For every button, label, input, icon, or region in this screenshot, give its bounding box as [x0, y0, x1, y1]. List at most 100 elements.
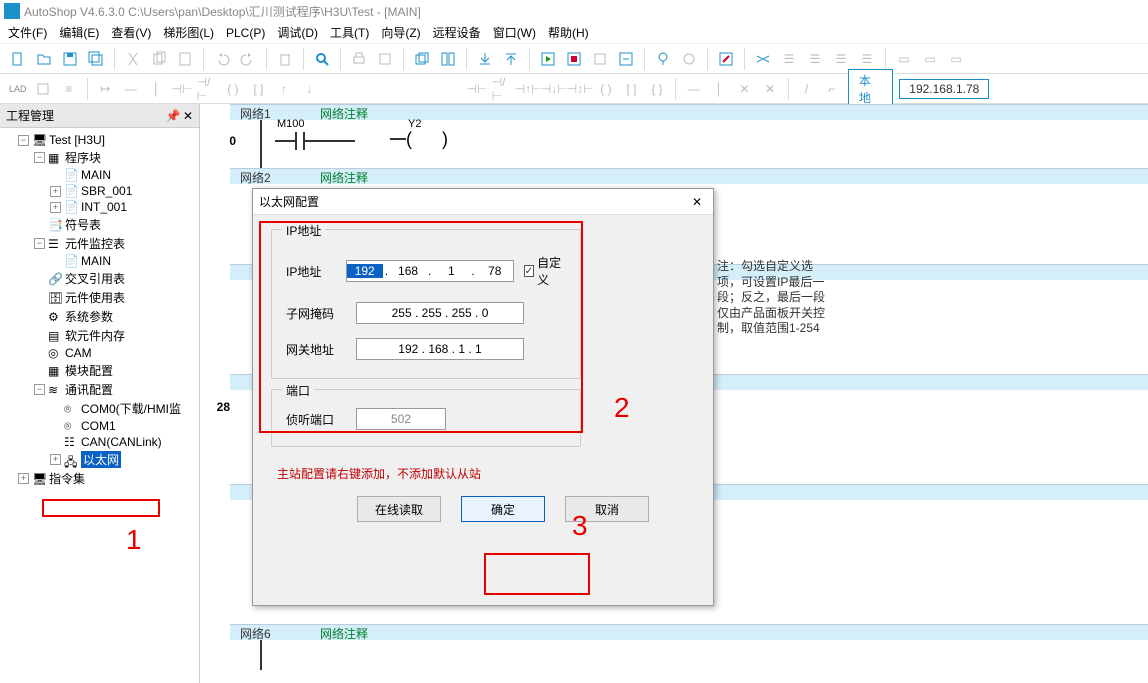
tree-com0[interactable]: ⌾COM0(下载/HMI监 — [50, 399, 197, 418]
custom-checkbox[interactable]: ✓ 自定义 — [524, 254, 566, 288]
ip-octet-3[interactable]: 1 — [433, 264, 469, 278]
monitor-icon[interactable] — [651, 47, 675, 71]
contact-m100[interactable]: M100 — [275, 132, 355, 150]
new-file-icon[interactable] — [6, 47, 30, 71]
tool-e-icon[interactable]: ▭ — [892, 47, 916, 71]
coil-icon[interactable]: ( ) — [221, 77, 245, 101]
sym-c-icon[interactable]: ⊣↑⊢ — [516, 77, 540, 101]
tool-b-icon[interactable]: ☰ — [803, 47, 827, 71]
coil-y2[interactable]: Y2 () — [390, 132, 448, 146]
pin-icon[interactable]: 📌 — [166, 109, 176, 119]
edit-mode-icon[interactable] — [714, 47, 738, 71]
menu-window[interactable]: 窗口(W) — [493, 24, 536, 41]
close-icon[interactable]: ✕ — [687, 192, 707, 212]
sym-a-icon[interactable]: ⊣⊢ — [465, 77, 489, 101]
hline-icon[interactable]: — — [119, 77, 143, 101]
dialog-titlebar[interactable]: 以太网配置 ✕ — [253, 189, 713, 215]
line-h-icon[interactable]: — — [682, 77, 706, 101]
sym-h-icon[interactable]: { } — [645, 77, 669, 101]
not-icon[interactable]: ⌐ — [820, 77, 844, 101]
tree-softmem[interactable]: ▤软元件内存 — [34, 326, 197, 345]
force-icon[interactable] — [677, 47, 701, 71]
tool-a-icon[interactable]: ☰ — [777, 47, 801, 71]
run-icon[interactable] — [536, 47, 560, 71]
menu-ladder[interactable]: 梯形图(L) — [163, 24, 214, 41]
save-icon[interactable] — [58, 47, 82, 71]
window-tile-icon[interactable] — [436, 47, 460, 71]
tree-comm-config[interactable]: −≋通讯配置 — [34, 380, 197, 399]
settings-icon[interactable] — [751, 47, 775, 71]
compile-icon[interactable] — [614, 47, 638, 71]
cancel-button[interactable]: 取消 — [565, 496, 649, 522]
ip-input[interactable]: 192. 168. 1. 78 — [346, 260, 514, 282]
tree-params[interactable]: ⚙系统参数 — [34, 307, 197, 326]
tree-int[interactable]: +📄INT_001 — [50, 199, 197, 215]
connection-mode[interactable]: 本地 — [848, 69, 894, 109]
rung6-header[interactable]: 网络6 网络注释 — [230, 624, 1148, 640]
save-all-icon[interactable] — [84, 47, 108, 71]
rung1-header[interactable]: 网络1 网络注释 — [230, 104, 1148, 120]
tree-cam[interactable]: ◎CAM — [34, 345, 197, 361]
print-icon[interactable] — [347, 47, 371, 71]
undo-icon[interactable] — [210, 47, 234, 71]
contact-icon[interactable]: ⊣⊢ — [170, 77, 194, 101]
menu-wizard[interactable]: 向导(Z) — [381, 24, 420, 41]
rise-icon[interactable]: ↑ — [272, 77, 296, 101]
ip-octet-2[interactable]: 168 — [390, 264, 426, 278]
tree-root[interactable]: −🖥Test [H3U] — [18, 132, 197, 148]
copy-icon[interactable] — [147, 47, 171, 71]
il-icon[interactable]: ≡ — [57, 77, 81, 101]
tree-symbol-table[interactable]: 📑符号表 — [34, 215, 197, 234]
rung6-body[interactable] — [260, 640, 1138, 670]
menu-view[interactable]: 查看(V) — [111, 24, 151, 41]
tree-com1[interactable]: ⌾COM1 — [50, 418, 197, 434]
stop-icon[interactable] — [562, 47, 586, 71]
sym-g-icon[interactable]: [ ] — [620, 77, 644, 101]
print-preview-icon[interactable] — [373, 47, 397, 71]
tree-sbr[interactable]: +📄SBR_001 — [50, 183, 197, 199]
connection-ip[interactable]: 192.168.1.78 — [899, 79, 989, 99]
tool-g-icon[interactable]: ▭ — [944, 47, 968, 71]
menu-plc[interactable]: PLC(P) — [226, 26, 265, 40]
compare-icon[interactable] — [588, 47, 612, 71]
line-v-icon[interactable]: │ — [707, 77, 731, 101]
search-icon[interactable] — [310, 47, 334, 71]
redo-icon[interactable] — [236, 47, 260, 71]
menu-file[interactable]: 文件(F) — [8, 24, 47, 41]
tool-d-icon[interactable]: ☰ — [855, 47, 879, 71]
listen-port-input[interactable] — [356, 408, 446, 430]
cursor-icon[interactable]: ↦ — [94, 77, 118, 101]
tree-program-block[interactable]: −▦程序块 — [34, 148, 197, 167]
open-file-icon[interactable] — [32, 47, 56, 71]
del-h-icon[interactable]: ✕ — [733, 77, 757, 101]
cut-icon[interactable] — [121, 47, 145, 71]
sym-d-icon[interactable]: ⊣↓⊢ — [542, 77, 566, 101]
func-icon[interactable]: [ ] — [247, 77, 271, 101]
tree-main[interactable]: 📄MAIN — [50, 167, 197, 183]
ip-octet-1[interactable]: 192 — [347, 264, 383, 278]
tool-f-icon[interactable]: ▭ — [918, 47, 942, 71]
ok-button[interactable]: 确定 — [461, 496, 545, 522]
menu-tools[interactable]: 工具(T) — [330, 24, 369, 41]
tree-ethernet[interactable]: +🖧以太网 — [50, 450, 197, 469]
tree-instruction-set[interactable]: +🖥指令集 — [18, 469, 197, 488]
vline-icon[interactable]: │ — [145, 77, 169, 101]
contact-n-icon[interactable]: ⊣/⊢ — [196, 77, 220, 101]
paste-icon[interactable] — [173, 47, 197, 71]
tree-module-config[interactable]: ▦模块配置 — [34, 361, 197, 380]
gateway-input[interactable]: 192 . 168 . 1 . 1 — [356, 338, 524, 360]
tree-usage[interactable]: 🗄元件使用表 — [34, 288, 197, 307]
read-online-button[interactable]: 在线读取 — [357, 496, 441, 522]
sym-e-icon[interactable]: ⊣↕⊢ — [568, 77, 592, 101]
fall-icon[interactable]: ↓ — [298, 77, 322, 101]
invert-icon[interactable]: / — [795, 77, 819, 101]
menu-remote[interactable]: 远程设备 — [433, 24, 481, 41]
menu-debug[interactable]: 调试(D) — [277, 24, 318, 41]
rung1-body[interactable]: M100 Y2 () — [260, 120, 1138, 168]
close-panel-icon[interactable]: ✕ — [183, 109, 193, 123]
tree-can[interactable]: ☷CAN(CANLink) — [50, 434, 197, 450]
sfc-icon[interactable] — [32, 77, 56, 101]
download-icon[interactable] — [473, 47, 497, 71]
sym-b-icon[interactable]: ⊣/⊢ — [491, 77, 515, 101]
project-tree[interactable]: −🖥Test [H3U] −▦程序块 📄MAIN +📄SBR_001 +📄INT… — [0, 128, 199, 683]
